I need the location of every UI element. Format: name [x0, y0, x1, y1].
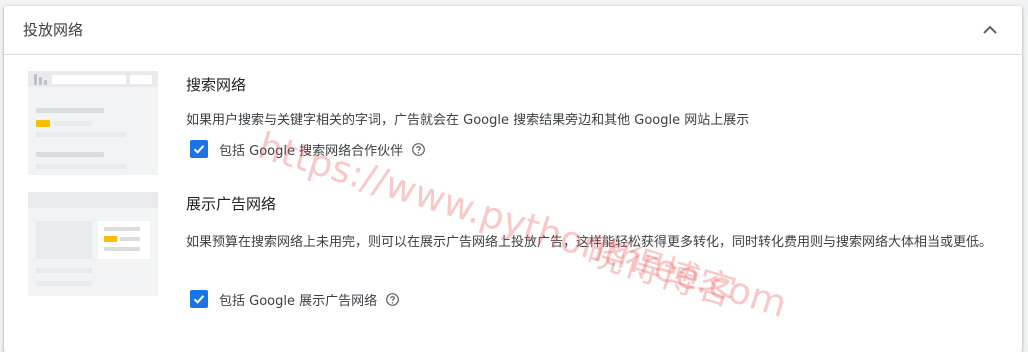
help-icon[interactable] — [385, 292, 400, 307]
display-network-label: 包括 Google 展示广告网络 — [219, 293, 378, 309]
search-network-description: 如果用户搜索与关键字相关的字词，广告就会在 Google 搜索结果旁边和其他 G… — [186, 113, 750, 128]
display-network-description: 如果预算在搜索网络上未用完，则可以在展示广告网络上投放广告，这样能轻松获得更多转… — [186, 235, 993, 250]
search-network-title: 搜索网络 — [186, 76, 247, 94]
chevron-up-icon[interactable] — [978, 18, 1002, 42]
panel-title: 投放网络 — [23, 21, 84, 39]
search-network-illustration — [28, 71, 158, 175]
search-partners-checkbox[interactable] — [190, 140, 208, 158]
ad-network-panel: 投放网络 搜索网络 如果用户搜索与关键字相关的字词，广告就会在 Google 搜… — [4, 6, 1022, 352]
panel-header[interactable]: 投放网络 — [4, 6, 1022, 55]
checkmark-icon — [193, 145, 205, 154]
checkmark-icon — [193, 295, 205, 304]
display-network-title: 展示广告网络 — [186, 195, 277, 213]
display-network-checkbox[interactable] — [190, 290, 208, 308]
display-network-option: 包括 Google 展示广告网络 — [190, 288, 400, 310]
display-network-illustration — [28, 192, 158, 296]
search-partners-option: 包括 Google 搜索网络合作伙伴 — [190, 138, 426, 160]
help-icon[interactable] — [411, 142, 426, 157]
search-partners-label: 包括 Google 搜索网络合作伙伴 — [219, 143, 404, 159]
